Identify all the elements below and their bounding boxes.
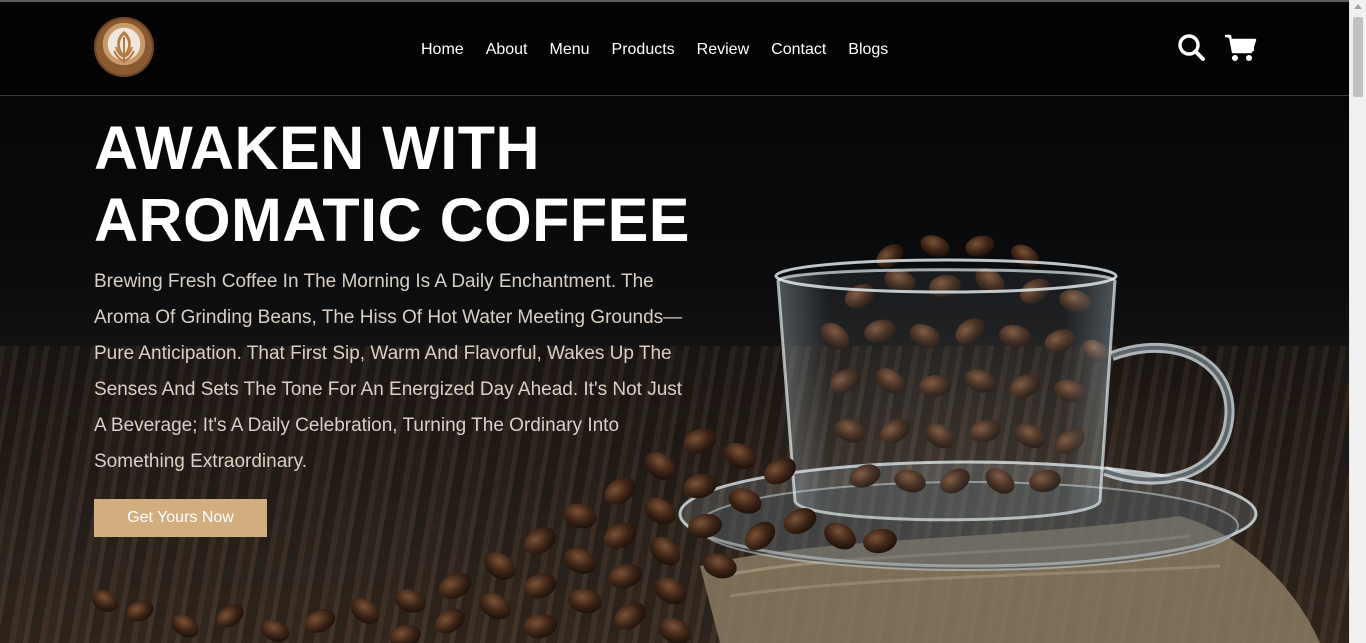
nav-link-menu[interactable]: Menu — [550, 38, 590, 62]
latte-art-logo[interactable] — [94, 17, 154, 77]
get-yours-now-button[interactable]: Get Yours Now — [94, 499, 267, 537]
nav-link-contact[interactable]: Contact — [771, 38, 826, 62]
hero-title: AWAKEN WITH AROMATIC COFFEE — [94, 112, 714, 256]
nav-link-home[interactable]: Home — [421, 38, 464, 62]
main-nav: Home About Menu Products Review Contact … — [410, 38, 899, 62]
hero-section: AWAKEN WITH AROMATIC COFFEE Brewing Fres… — [0, 96, 1349, 643]
page: Home About Menu Products Review Contact … — [0, 0, 1366, 643]
cart-icon[interactable] — [1224, 32, 1257, 64]
latte-art-icon — [113, 31, 135, 63]
page-scrollbar[interactable] — [1349, 0, 1366, 643]
hero-title-line-1: AWAKEN WITH — [94, 114, 541, 182]
site-header: Home About Menu Products Review Contact … — [0, 2, 1349, 96]
nav-link-about[interactable]: About — [486, 38, 528, 62]
hero-title-line-2: AROMATIC COFFEE — [94, 186, 690, 254]
scroll-up-arrow-icon[interactable] — [1354, 4, 1362, 9]
nav-link-products[interactable]: Products — [612, 38, 675, 62]
nav-link-review[interactable]: Review — [697, 38, 749, 62]
nav-link-blogs[interactable]: Blogs — [848, 38, 888, 62]
scrollbar-thumb[interactable] — [1353, 17, 1363, 97]
search-icon[interactable] — [1176, 32, 1208, 64]
hero-description: Brewing Fresh Coffee In The Morning Is A… — [94, 271, 683, 472]
